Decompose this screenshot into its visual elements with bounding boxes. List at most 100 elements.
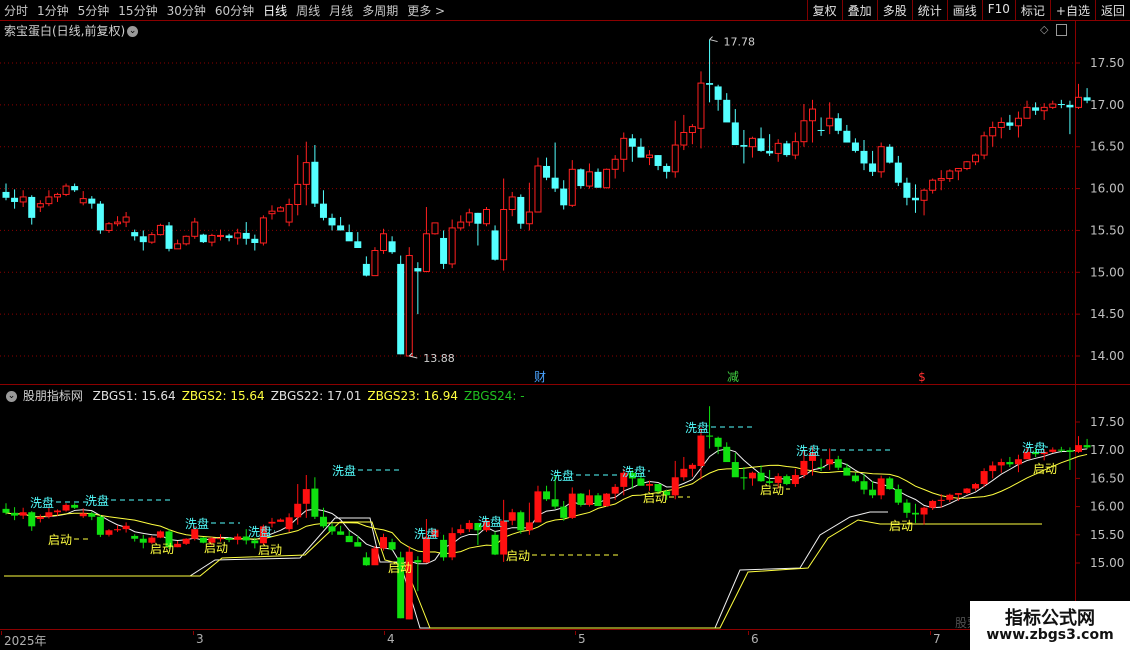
ind-candle-body	[697, 435, 705, 466]
ind-price-tick-label: 16.50	[1090, 471, 1124, 485]
candle-body	[894, 162, 902, 183]
ind-candle-body	[174, 543, 182, 548]
candle-body	[997, 121, 1005, 128]
period-tab-2[interactable]: 5分钟	[78, 2, 110, 19]
candle-body	[534, 165, 542, 213]
candlestick-chart[interactable]: 17.50 17.00 16.50 16.00 15.50 15.00 14.50 14.00…	[0, 35, 1130, 384]
candle-body	[800, 120, 808, 143]
price-tick-label: 16.00	[1090, 182, 1124, 196]
ind-candle-body	[997, 462, 1005, 466]
panel-divider	[0, 384, 1130, 385]
ind-candle-body	[517, 512, 525, 531]
date-axis: 2025年 3 4 5 6 7	[0, 631, 1075, 650]
toolbar-button-7[interactable]: +自选	[1049, 0, 1095, 20]
ind-candle-body	[826, 459, 834, 465]
candle-body	[28, 196, 36, 218]
wash-label: 洗盘	[685, 420, 709, 435]
toolbar-button-1[interactable]: 叠加	[841, 0, 877, 20]
ind-candle-body	[774, 476, 782, 483]
ind-candle-body	[268, 521, 276, 524]
start-label: 启动	[388, 561, 412, 575]
ind-candle-body	[534, 491, 542, 523]
ind-candle-body	[380, 537, 388, 549]
candle-body	[714, 86, 722, 100]
candle-body	[688, 126, 696, 133]
period-tab-8[interactable]: 月线	[329, 2, 353, 19]
period-tab-6[interactable]: 日线	[263, 2, 287, 19]
ind-candle-body	[45, 512, 53, 517]
ind-candle-body	[362, 557, 370, 566]
candle-body	[448, 227, 456, 265]
candle-body	[285, 203, 293, 223]
ind-candle-body	[277, 519, 285, 522]
toolbar-button-8[interactable]: 返回	[1094, 0, 1130, 20]
event-marker: 财	[534, 370, 546, 384]
candle-body	[843, 130, 851, 143]
ind-candle-body	[440, 539, 448, 558]
ind-candle-body	[723, 446, 731, 463]
ind-candle-body	[1075, 445, 1082, 452]
date-tick-4: 6	[751, 632, 759, 646]
ind-candle-body	[11, 512, 19, 516]
candle-body	[1014, 117, 1022, 127]
ind-candle-body	[328, 526, 336, 532]
price-tick-label: 17.00	[1090, 98, 1124, 112]
date-tick-1: 3	[196, 632, 204, 646]
start-label: 启动	[506, 549, 530, 563]
candle-body	[345, 232, 353, 242]
candle-body	[294, 183, 302, 205]
toolbar-button-3[interactable]: 统计	[911, 0, 947, 20]
candle-body	[525, 211, 533, 225]
candle-body	[963, 161, 971, 169]
candle-body	[706, 83, 714, 85]
period-tab-1[interactable]: 1分钟	[37, 2, 69, 19]
ind-candle-body	[946, 494, 954, 500]
ind-candle-body	[1049, 449, 1057, 452]
start-label: 启动	[258, 543, 282, 557]
toolbar-button-6[interactable]: 标记	[1014, 0, 1050, 20]
toolbar-button-5[interactable]: F10	[981, 0, 1015, 20]
candle-body	[671, 144, 679, 173]
candle-body	[740, 145, 748, 147]
ind-candle-body	[1066, 450, 1074, 452]
period-tab-5[interactable]: 60分钟	[215, 2, 254, 19]
period-tab-7[interactable]: 周线	[296, 2, 320, 19]
candle-body	[980, 135, 988, 156]
candle-body	[1032, 107, 1040, 111]
ind-candle-body	[929, 500, 937, 508]
period-tab-0[interactable]: 分时	[4, 2, 28, 19]
wash-label: 洗盘	[30, 495, 54, 510]
ind-candle-body	[225, 538, 233, 540]
period-tab-10[interactable]: 更多 >	[407, 2, 445, 19]
wash-label: 洗盘	[332, 463, 356, 478]
wash-label: 洗盘	[1022, 440, 1046, 455]
toolbar-button-2[interactable]: 多股	[876, 0, 912, 20]
event-marker: $	[918, 370, 926, 384]
toolbar-right-buttons: 复权 叠加 多股 统计 画线 F10 标记 +自选 返回	[806, 0, 1130, 20]
date-tick-mark	[930, 631, 931, 635]
start-label: 启动	[204, 541, 228, 555]
period-tab-9[interactable]: 多周期	[362, 2, 398, 19]
ind-candle-body	[388, 542, 396, 550]
ind-candle-body	[972, 484, 980, 489]
candle-body	[826, 117, 834, 127]
candle-body	[1040, 106, 1048, 112]
candle-body	[139, 236, 147, 243]
ind-candle-body	[869, 489, 877, 496]
candle-body	[88, 198, 96, 204]
candle-body	[414, 268, 422, 272]
candle-body	[422, 233, 430, 272]
candle-body	[122, 216, 130, 223]
indicator-chart[interactable]: 17.5017.0016.5016.0015.5015.00洗盘 洗盘洗盘洗盘洗盘…	[0, 400, 1130, 629]
ind-candle-body	[783, 476, 791, 485]
period-tab-4[interactable]: 30分钟	[167, 2, 206, 19]
panel-toggle-icon[interactable]	[1056, 23, 1068, 36]
ind-candle-body	[560, 506, 568, 518]
candle-body	[946, 170, 954, 180]
candle-body	[809, 108, 817, 122]
candle-body	[96, 203, 104, 231]
period-tab-3[interactable]: 15分钟	[118, 2, 157, 19]
toolbar-button-0[interactable]: 复权	[806, 0, 842, 20]
wash-label: 洗盘	[248, 524, 272, 539]
toolbar-button-4[interactable]: 画线	[946, 0, 982, 20]
